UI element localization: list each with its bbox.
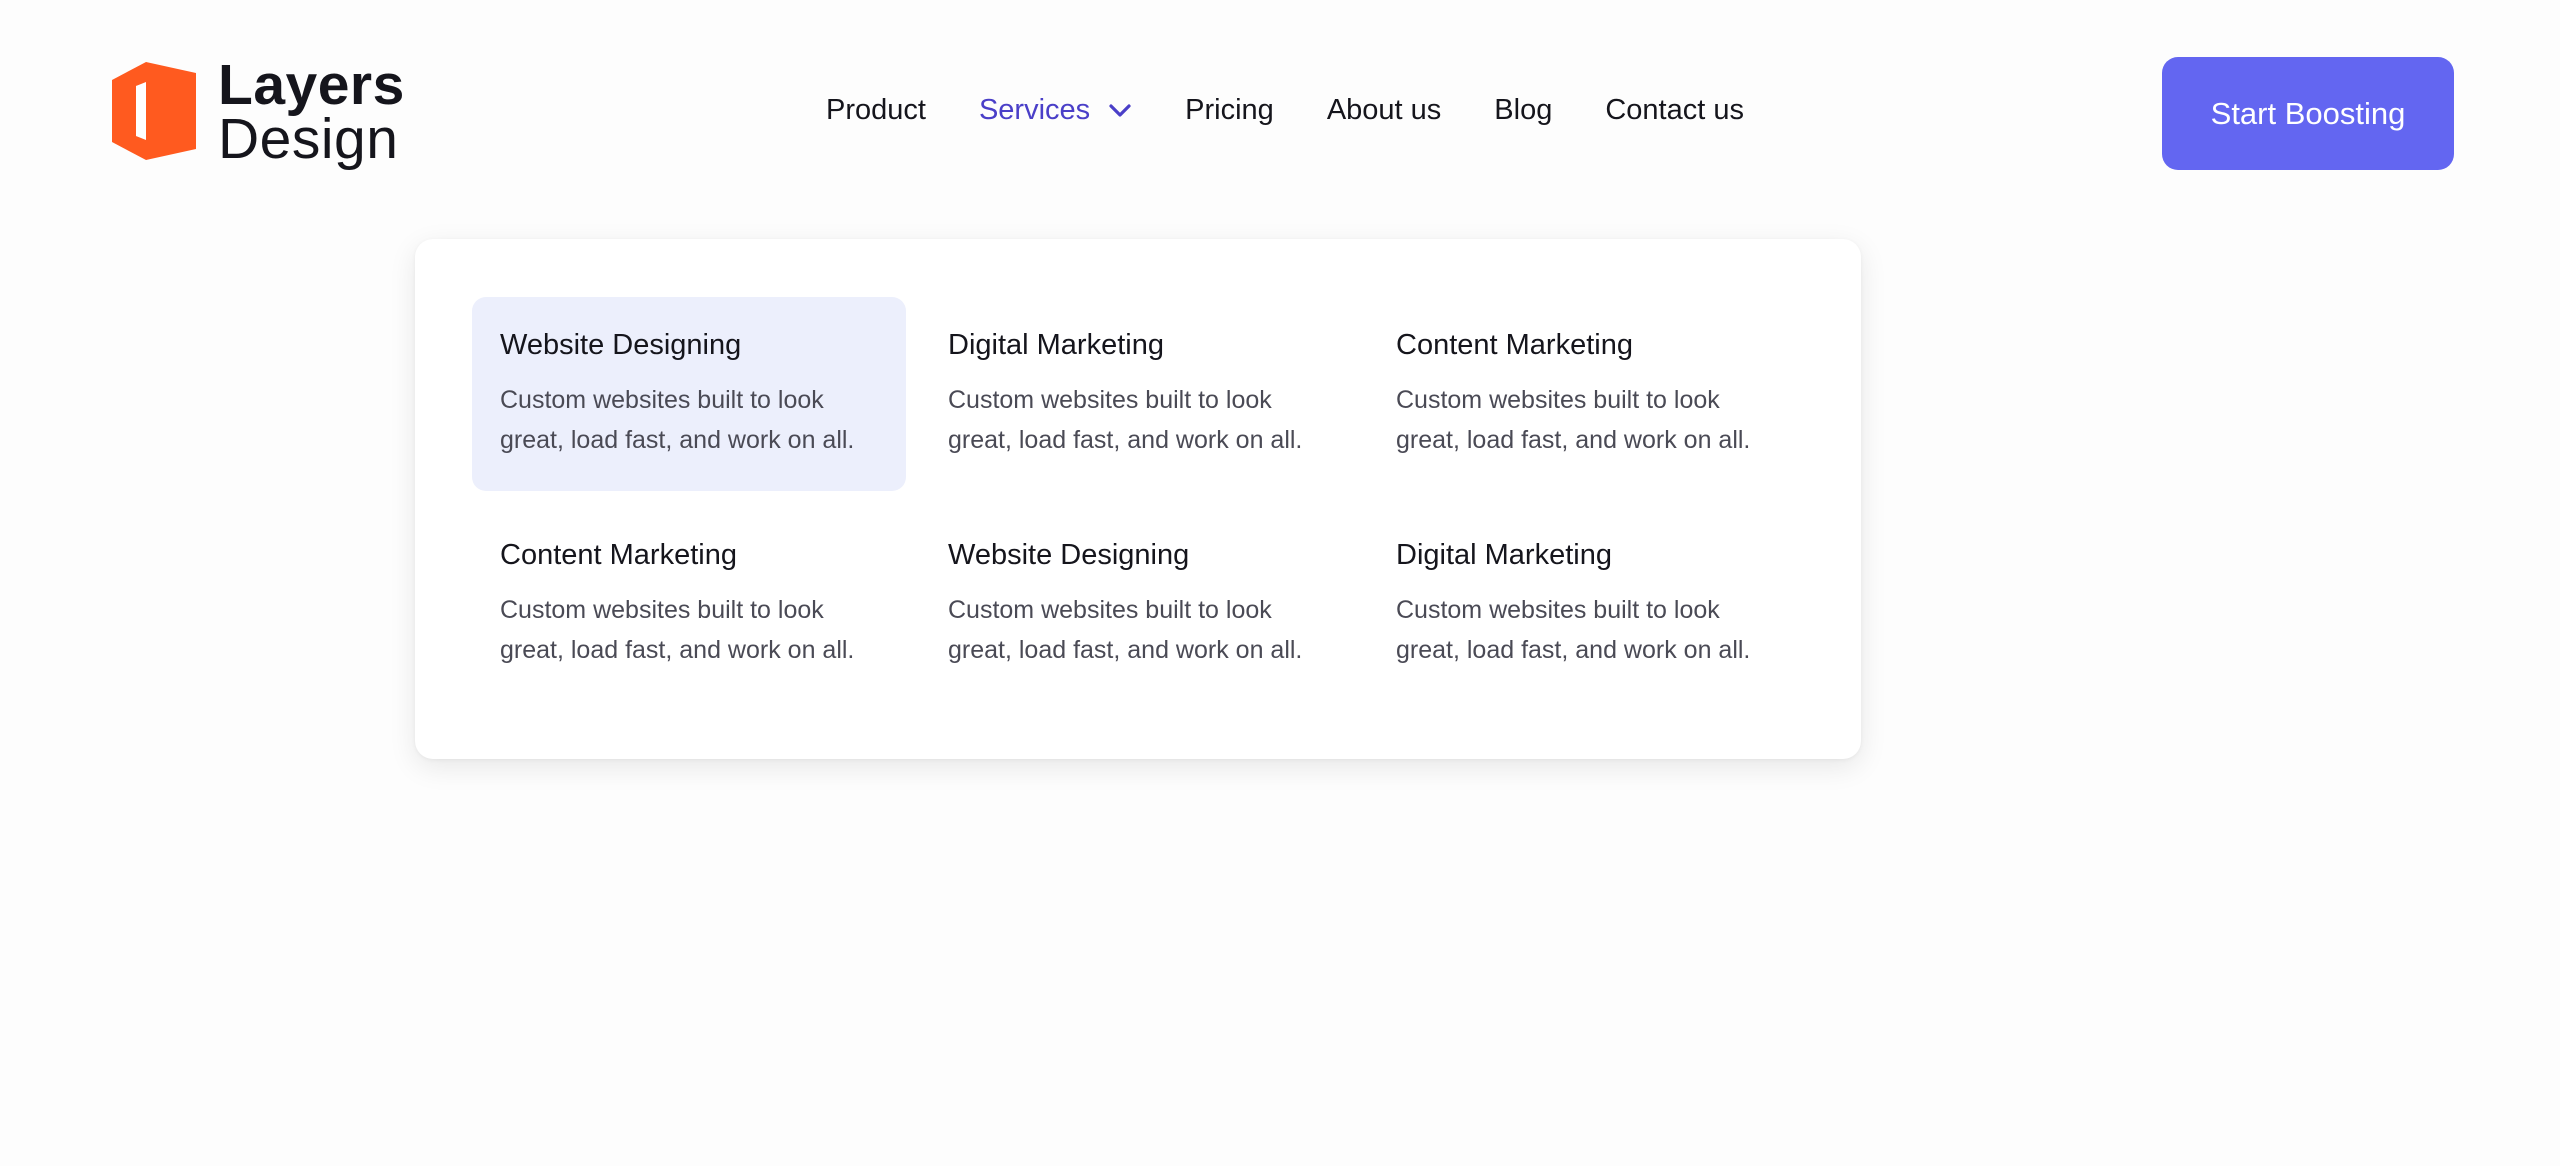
service-item-description: Custom websites built to look great, loa… [948, 596, 1303, 664]
brand-name: Layers Design [218, 53, 405, 171]
nav-item-services-label: Services [978, 94, 1091, 126]
layers-logo-icon [112, 62, 196, 160]
main-nav: Product Services Pricing About us Blog C… [826, 94, 1744, 127]
service-item-content-marketing[interactable]: Content Marketing Custom websites built … [472, 507, 906, 701]
nav-item-about-us[interactable]: About us [1327, 94, 1441, 127]
service-item-description: Custom websites built to look great, loa… [1396, 386, 1751, 454]
brand-name-line1: Layers [218, 53, 405, 117]
service-item-title: Website Designing [500, 329, 742, 361]
service-item-title: Digital Marketing [948, 329, 1164, 361]
services-grid: Website Designing Custom websites built … [472, 297, 1802, 701]
brand-name-line2: Design [218, 107, 399, 171]
nav-item-pricing[interactable]: Pricing [1185, 94, 1274, 127]
services-dropdown-menu: Website Designing Custom websites built … [415, 239, 1861, 759]
service-item-website-designing[interactable]: Website Designing Custom websites built … [920, 507, 1354, 701]
start-boosting-button[interactable]: Start Boosting [2162, 57, 2454, 170]
service-item-content-marketing[interactable]: Content Marketing Custom websites built … [1368, 297, 1802, 491]
nav-item-blog[interactable]: Blog [1494, 94, 1552, 127]
service-item-digital-marketing[interactable]: Digital Marketing Custom websites built … [920, 297, 1354, 491]
chevron-down-icon [1109, 103, 1131, 117]
service-item-title: Content Marketing [1396, 329, 1633, 361]
nav-item-contact-us[interactable]: Contact us [1605, 94, 1744, 127]
nav-item-product[interactable]: Product [826, 94, 926, 127]
service-item-description: Custom websites built to look great, loa… [500, 596, 855, 664]
brand-logo[interactable]: Layers Design [112, 57, 405, 168]
service-item-title: Content Marketing [500, 539, 737, 571]
service-item-description: Custom websites built to look great, loa… [1396, 596, 1751, 664]
nav-item-services[interactable]: Services [979, 94, 1132, 127]
service-item-title: Website Designing [948, 539, 1190, 571]
service-item-description: Custom websites built to look great, loa… [948, 386, 1303, 454]
service-item-website-designing[interactable]: Website Designing Custom websites built … [472, 297, 906, 491]
service-item-title: Digital Marketing [1396, 539, 1612, 571]
service-item-description: Custom websites built to look great, loa… [500, 386, 855, 454]
service-item-digital-marketing[interactable]: Digital Marketing Custom websites built … [1368, 507, 1802, 701]
